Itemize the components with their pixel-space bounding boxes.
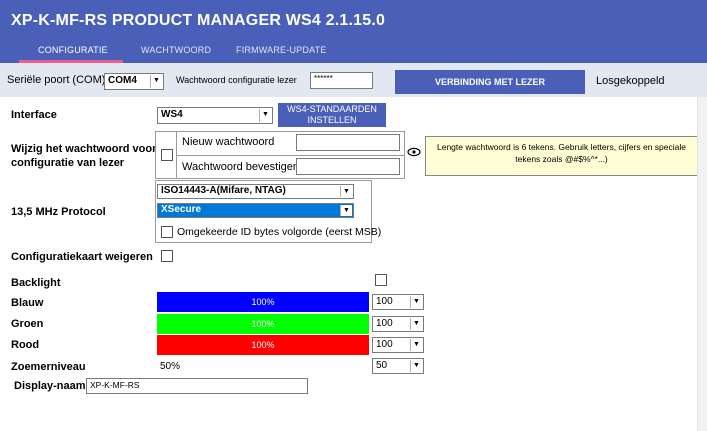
- password-hint-line2: tekens zoals @#$%^*...): [515, 154, 608, 164]
- buzzer-level-select[interactable]: 50 ▼: [372, 358, 424, 374]
- green-label: Groen: [11, 318, 44, 330]
- chevron-down-icon: ▼: [259, 109, 271, 122]
- green-level-bar[interactable]: 100%: [157, 314, 369, 334]
- green-level-value: 100: [376, 318, 393, 329]
- tab-configuratie[interactable]: CONFIGURATIE: [38, 45, 108, 55]
- set-defaults-line2: INSTELLEN: [307, 115, 357, 125]
- confirm-password-label: Wachtwoord bevestigen: [182, 161, 299, 173]
- blue-label: Blauw: [11, 297, 44, 309]
- blue-level-bar[interactable]: 100%: [157, 292, 369, 312]
- reader-password-label: Wachtwoord configuratie lezer: [176, 75, 297, 85]
- tab-firmware-update[interactable]: FIRMWARE-UPDATE: [236, 45, 327, 55]
- chevron-down-icon: ▼: [410, 318, 422, 330]
- red-level-select[interactable]: 100 ▼: [372, 337, 424, 353]
- display-name-label: Display-naam: [14, 380, 86, 392]
- connect-reader-button[interactable]: VERBINDING MET LEZER: [395, 70, 585, 94]
- chevron-down-icon: ▼: [410, 339, 422, 351]
- change-password-label: Wijzig het wachtwoord voor configuratie …: [11, 142, 156, 170]
- new-password-label: Nieuw wachtwoord: [182, 136, 275, 148]
- green-level-select[interactable]: 100 ▼: [372, 316, 424, 332]
- change-password-checkbox[interactable]: [161, 149, 173, 161]
- interface-select[interactable]: WS4 ▼: [157, 107, 273, 124]
- red-label: Rood: [11, 339, 40, 351]
- interface-label: Interface: [11, 109, 57, 121]
- eye-icon[interactable]: [407, 147, 421, 157]
- red-level-value: 100: [376, 339, 393, 350]
- protocol-select[interactable]: ISO14443-A(Mifare, NTAG) ▼: [157, 184, 354, 199]
- backlight-checkbox[interactable]: [375, 274, 387, 286]
- password-hint: Lengte wachtwoord is 6 tekens. Gebruik l…: [425, 136, 698, 176]
- display-name-input[interactable]: XP-K-MF-RS: [86, 378, 308, 394]
- chevron-down-icon: ▼: [340, 205, 352, 216]
- chevron-down-icon: ▼: [340, 186, 352, 197]
- reject-card-label: Configuratiekaart weigeren: [11, 251, 153, 263]
- vertical-scrollbar[interactable]: [697, 97, 707, 431]
- confirm-password-input[interactable]: [296, 158, 400, 175]
- serial-port-label: Seriële poort (COM): [7, 74, 106, 86]
- chevron-down-icon: ▼: [410, 360, 422, 372]
- chevron-down-icon: ▼: [150, 75, 162, 88]
- chevron-down-icon: ▼: [410, 296, 422, 308]
- buzzer-percent: 50%: [160, 361, 181, 372]
- set-defaults-line1: WS4-STANDAARDEN: [287, 104, 377, 114]
- app-title: XP-K-MF-RS PRODUCT MANAGER WS4 2.1.15.0: [11, 12, 386, 29]
- red-level-bar[interactable]: 100%: [157, 335, 369, 355]
- password-divider-h: [176, 155, 405, 156]
- backlight-label: Backlight: [11, 277, 61, 289]
- blue-level-select[interactable]: 100 ▼: [372, 294, 424, 310]
- tab-wachtwoord[interactable]: WACHTWOORD: [141, 45, 211, 55]
- reverse-id-checkbox[interactable]: [161, 226, 173, 238]
- buzzer-label: Zoemerniveau: [11, 361, 86, 373]
- protocol-variant-select[interactable]: XSecure ▼: [157, 203, 354, 218]
- change-password-label-line1: Wijzig het wachtwoord voor: [11, 143, 157, 155]
- set-defaults-button[interactable]: WS4-STANDAARDEN INSTELLEN: [278, 103, 386, 127]
- serial-port-value: COM4: [108, 75, 137, 86]
- protocol-variant-value: XSecure: [161, 204, 202, 215]
- interface-value: WS4: [161, 109, 183, 120]
- reader-password-input[interactable]: ******: [310, 72, 373, 89]
- connection-status: Losgekoppeld: [596, 75, 665, 87]
- buzzer-level-value: 50: [376, 360, 388, 371]
- protocol-label: 13,5 MHz Protocol: [11, 206, 106, 218]
- reject-card-checkbox[interactable]: [161, 250, 173, 262]
- protocol-value: ISO14443-A(Mifare, NTAG): [161, 185, 286, 196]
- reverse-id-label: Omgekeerde ID bytes volgorde (eerst MSB): [177, 226, 382, 238]
- change-password-label-line2: configuratie van lezer: [11, 157, 125, 169]
- serial-port-select[interactable]: COM4 ▼: [104, 73, 164, 90]
- new-password-input[interactable]: [296, 134, 400, 151]
- password-hint-line1: Lengte wachtwoord is 6 tekens. Gebruik l…: [437, 142, 686, 152]
- blue-level-value: 100: [376, 296, 393, 307]
